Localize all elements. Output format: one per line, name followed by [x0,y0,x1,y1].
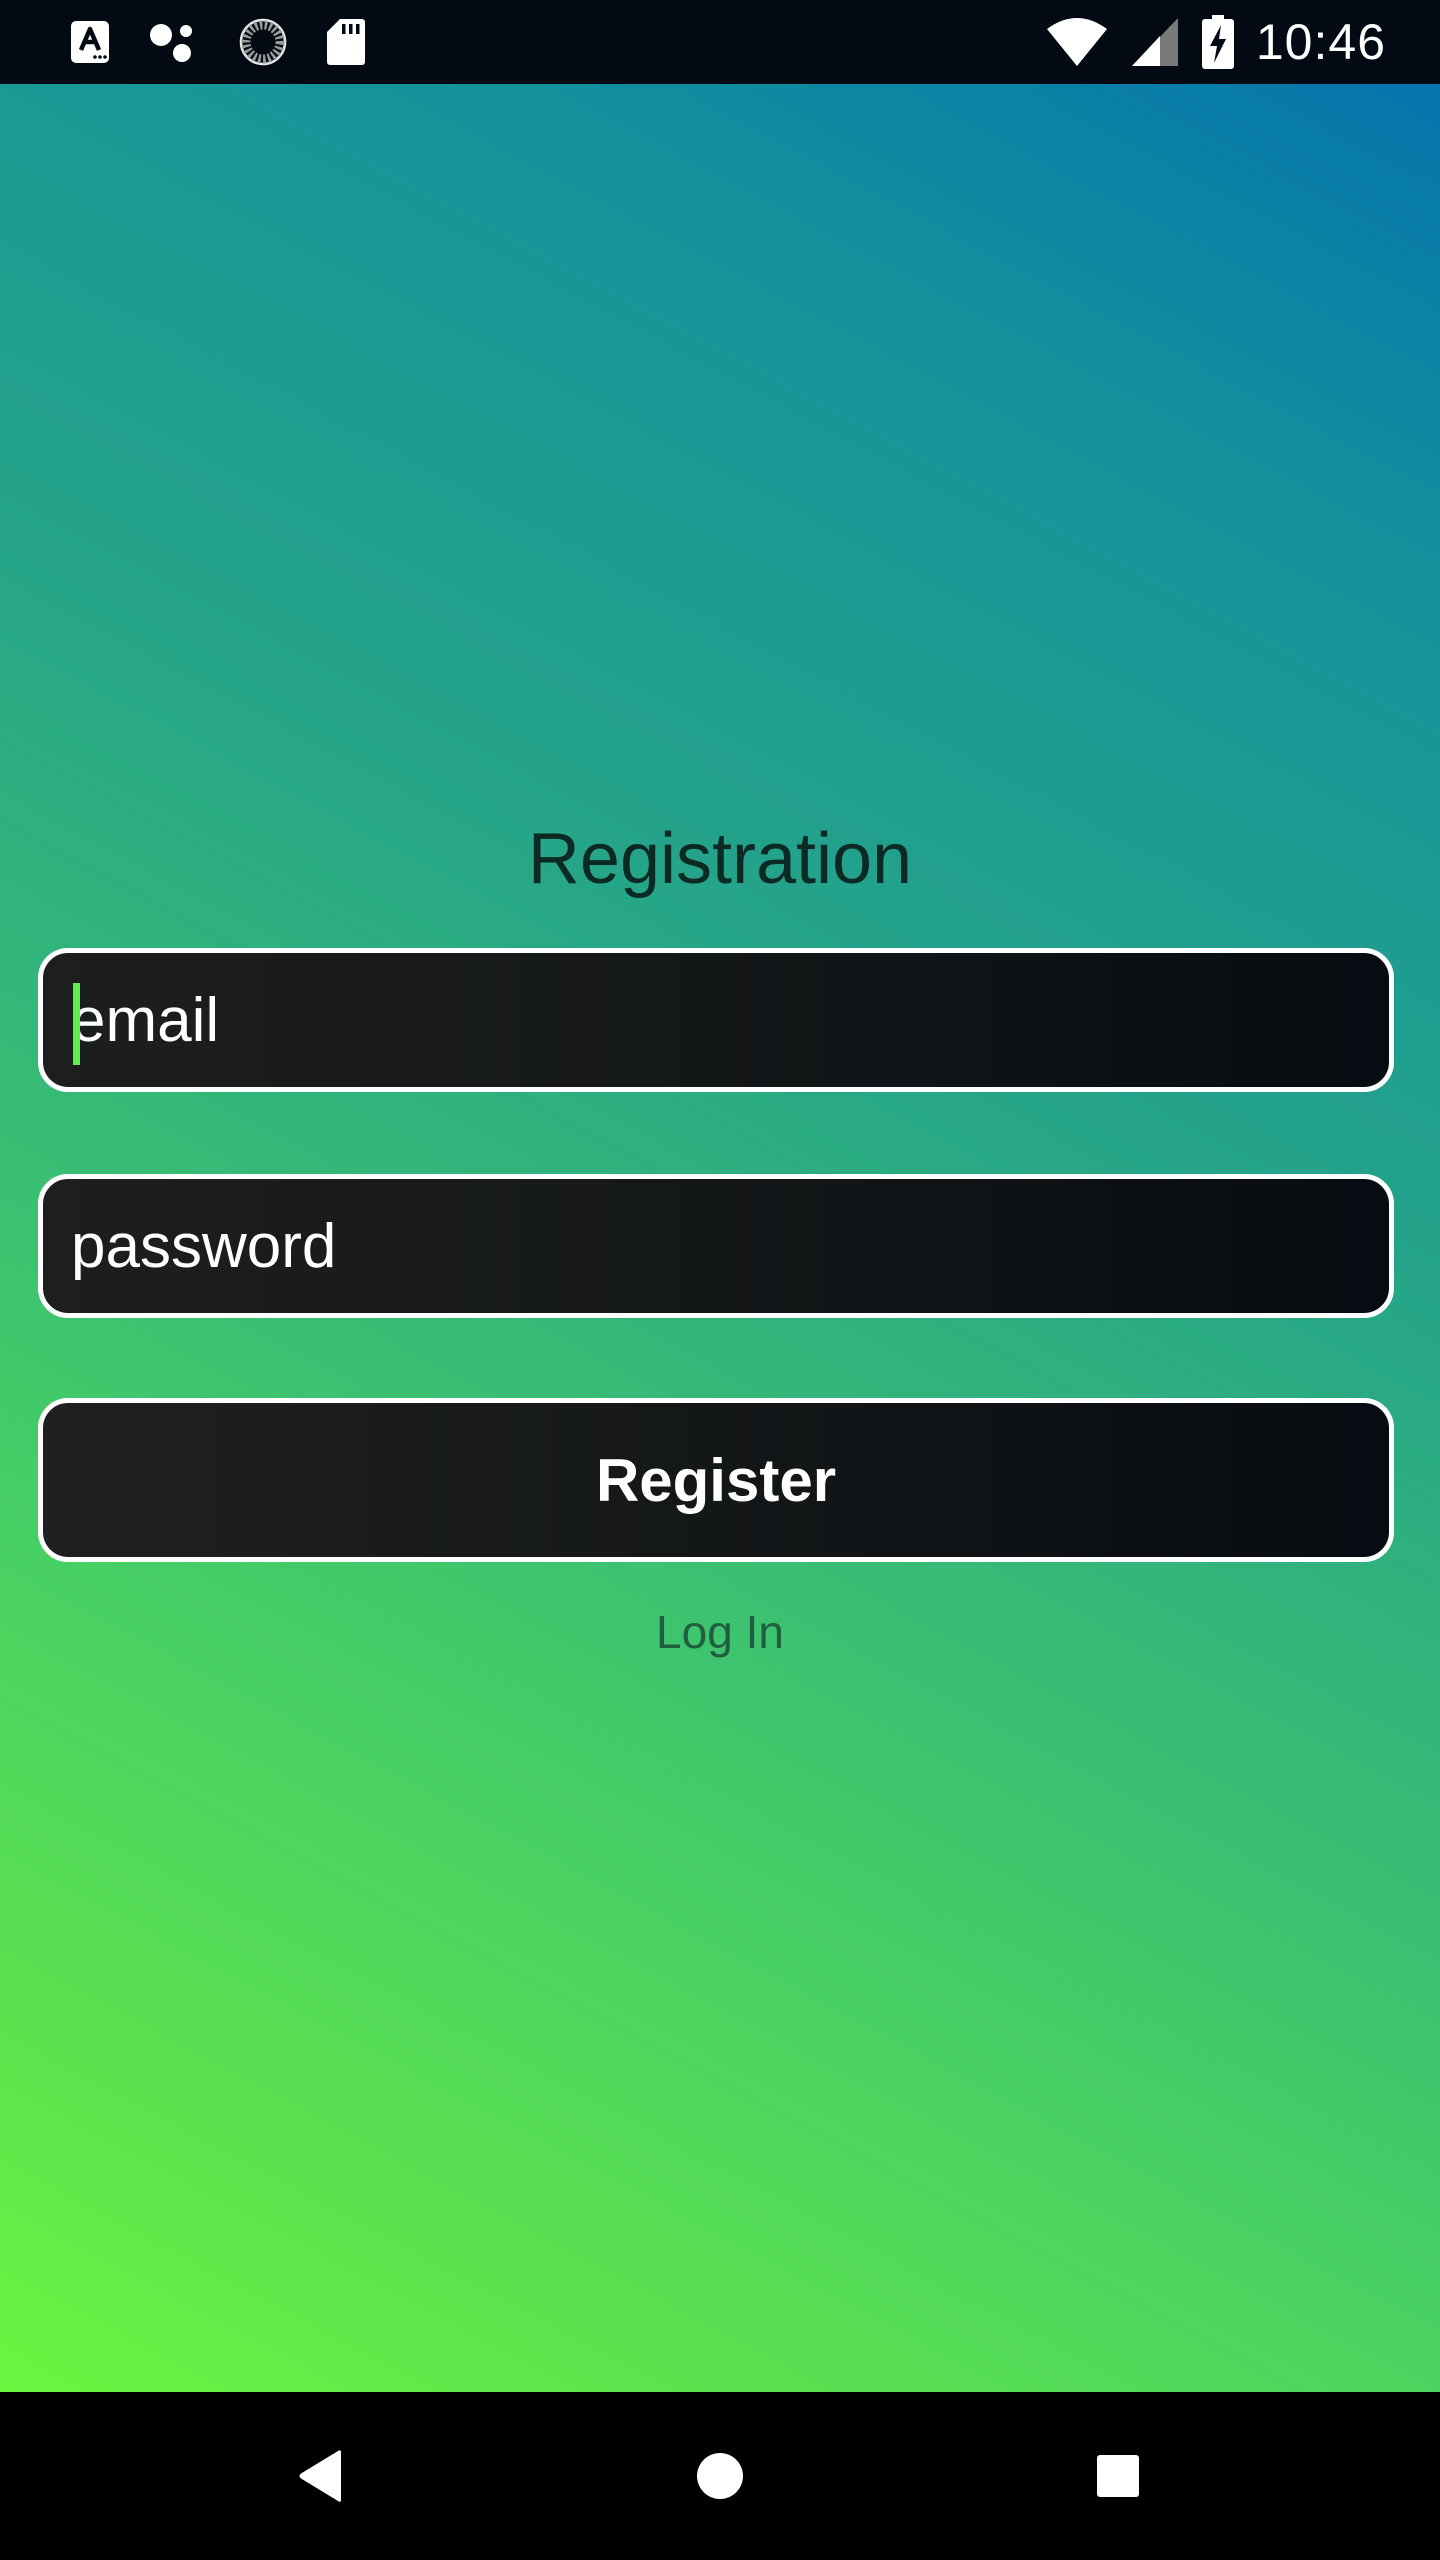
email-field[interactable] [38,948,1394,1092]
text-caret [73,983,80,1065]
registration-screen: Registration Register Log In [0,84,1440,2392]
recents-icon [1097,2455,1139,2497]
password-input[interactable] [71,1179,1361,1313]
login-link[interactable]: Log In [0,1602,1440,1662]
password-field[interactable] [38,1174,1394,1318]
register-button[interactable]: Register [38,1398,1394,1562]
page-title: Registration [527,819,913,899]
status-bar: 10:46 [0,0,1440,84]
navigation-bar [0,2392,1440,2560]
back-button[interactable] [280,2436,360,2516]
email-input[interactable] [71,953,1361,1087]
screen: 10:46 Registration Register Log In [0,0,1440,2560]
status-left-icons [70,16,366,68]
recents-button[interactable] [1078,2436,1158,2516]
status-time: 10:46 [1255,14,1386,70]
text-a-icon [71,21,109,63]
assistant-dots-icon [150,24,192,62]
home-button[interactable] [680,2436,760,2516]
status-right-icons: 10:46 [1046,14,1386,70]
back-icon [299,2450,341,2502]
battery-charging-icon [1201,15,1234,69]
sync-spinner-icon [239,18,287,66]
cell-signal-icon [1131,18,1178,66]
home-icon [697,2453,743,2499]
sd-card-icon [327,19,365,65]
wifi-icon [1046,18,1107,66]
